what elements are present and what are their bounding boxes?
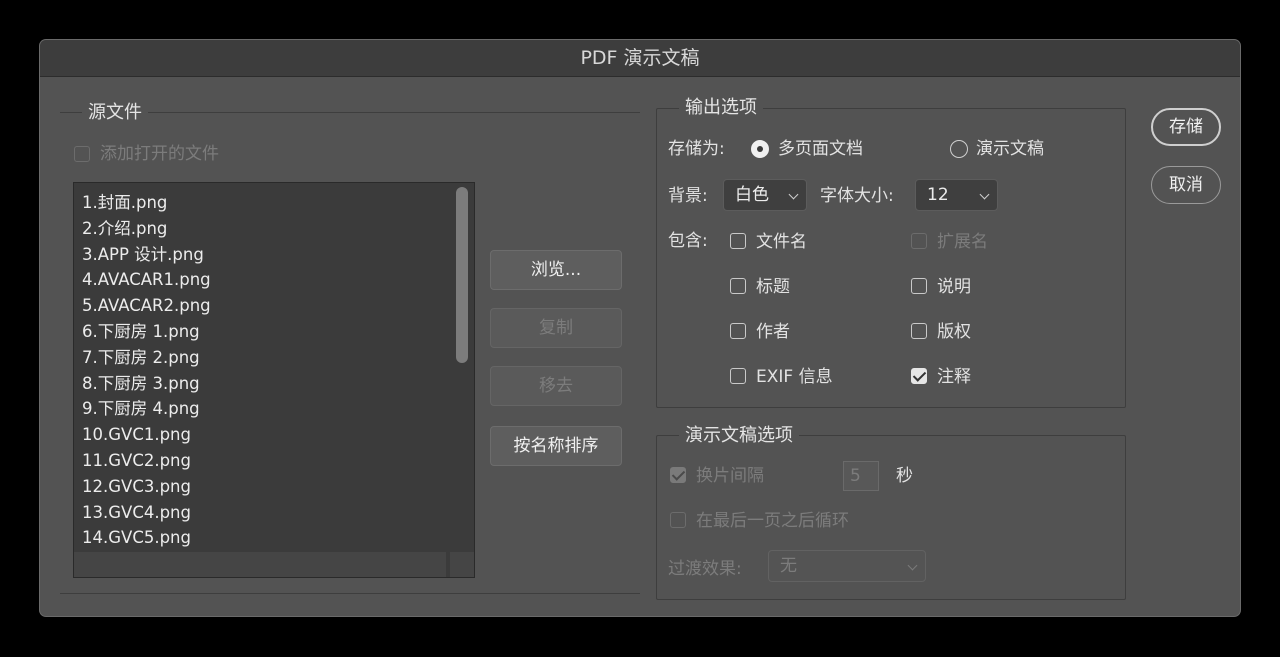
file-list-item[interactable]: 10.GVC1.png xyxy=(74,422,474,448)
include-label: 包含: xyxy=(668,231,708,251)
include-copyright-checkbox[interactable] xyxy=(911,323,927,339)
background-value: 白色 xyxy=(735,185,769,205)
source-file-list[interactable]: 1.封面.png 2.介绍.png 3.APP 设计.png 4.AVACAR1.pn… xyxy=(73,182,475,578)
include-title-checkbox[interactable] xyxy=(730,278,746,294)
transition-label: 过渡效果: xyxy=(668,559,742,579)
list-scrollbar-thumb[interactable] xyxy=(456,187,468,363)
include-description-label: 说明 xyxy=(937,277,971,297)
include-extension-label: 扩展名 xyxy=(937,232,988,252)
include-filename-label: 文件名 xyxy=(756,232,807,252)
background-label: 背景: xyxy=(668,186,708,206)
include-exif-checkbox[interactable] xyxy=(730,368,746,384)
loop-checkbox[interactable] xyxy=(670,512,686,528)
include-copyright-label: 版权 xyxy=(937,322,971,342)
presentation-options-title: 演示文稿选项 xyxy=(679,425,799,447)
chevron-down-icon xyxy=(907,560,918,571)
include-extension-checkbox[interactable] xyxy=(911,233,927,249)
file-list-item[interactable]: 8.下厨房 3.png xyxy=(74,371,474,397)
save-as-multipage-label: 多页面文档 xyxy=(778,139,863,159)
include-notes-label: 注释 xyxy=(937,367,971,387)
loop-label: 在最后一页之后循环 xyxy=(696,511,849,531)
file-list-item[interactable]: 12.GVC3.png xyxy=(74,474,474,500)
file-list-item[interactable]: 5.AVACAR2.png xyxy=(74,293,474,319)
file-list-item[interactable]: 2.介绍.png xyxy=(74,216,474,242)
output-options-group xyxy=(656,108,1126,408)
advance-seconds-input[interactable]: 5 xyxy=(843,461,879,491)
sort-by-name-button[interactable]: 按名称排序 xyxy=(490,426,622,466)
browse-button[interactable]: 浏览... xyxy=(490,250,622,290)
font-size-label: 字体大小: xyxy=(820,186,894,206)
file-list-item[interactable]: 14.GVC5.png xyxy=(74,525,474,551)
include-author-label: 作者 xyxy=(756,322,790,342)
advance-every-checkbox[interactable] xyxy=(670,467,686,483)
include-description-checkbox[interactable] xyxy=(911,278,927,294)
font-size-value: 12 xyxy=(927,185,949,205)
background-select[interactable]: 白色 xyxy=(723,179,807,211)
remove-button[interactable]: 移去 xyxy=(490,366,622,406)
list-horizontal-area xyxy=(74,552,446,577)
file-list-item[interactable]: 3.APP 设计.png xyxy=(74,242,474,268)
include-notes-checkbox[interactable] xyxy=(911,368,927,384)
advance-seconds-unit: 秒 xyxy=(896,466,913,486)
save-as-multipage-radio[interactable] xyxy=(751,140,769,158)
source-group-bottom-line xyxy=(60,593,640,594)
file-list-item[interactable]: 11.GVC2.png xyxy=(74,448,474,474)
list-corner xyxy=(449,552,474,577)
pdf-presentation-dialog: PDF 演示文稿 源文件 添加打开的文件 1.封面.png 2.介绍.png 3.A… xyxy=(40,40,1240,616)
advance-every-label: 换片间隔 xyxy=(696,466,764,486)
chevron-down-icon xyxy=(788,189,799,200)
file-list-item[interactable]: 1.封面.png xyxy=(74,190,474,216)
file-list-item[interactable]: 6.下厨房 1.png xyxy=(74,319,474,345)
file-list-item[interactable]: 13.GVC4.png xyxy=(74,500,474,526)
file-list-item[interactable]: 9.下厨房 4.png xyxy=(74,396,474,422)
save-as-presentation-label: 演示文稿 xyxy=(976,139,1044,159)
add-open-files-label: 添加打开的文件 xyxy=(100,144,219,164)
transition-value: 无 xyxy=(780,556,797,576)
file-list-items: 1.封面.png 2.介绍.png 3.APP 设计.png 4.AVACAR1.pn… xyxy=(74,183,474,551)
save-button[interactable]: 存储 xyxy=(1151,108,1221,146)
output-options-title: 输出选项 xyxy=(679,97,763,119)
save-as-presentation-radio[interactable] xyxy=(950,140,968,158)
file-list-item[interactable]: 4.AVACAR1.png xyxy=(74,267,474,293)
include-title-label: 标题 xyxy=(756,277,790,297)
duplicate-button[interactable]: 复制 xyxy=(490,308,622,348)
font-size-select[interactable]: 12 xyxy=(915,179,998,211)
add-open-files-checkbox[interactable] xyxy=(74,146,90,162)
include-exif-label: EXIF 信息 xyxy=(756,367,833,387)
transition-select[interactable]: 无 xyxy=(768,550,926,582)
chevron-down-icon xyxy=(979,189,990,200)
save-as-label: 存储为: xyxy=(668,139,725,159)
cancel-button[interactable]: 取消 xyxy=(1151,166,1221,204)
dialog-title: PDF 演示文稿 xyxy=(40,40,1240,77)
file-list-item[interactable]: 7.下厨房 2.png xyxy=(74,345,474,371)
include-filename-checkbox[interactable] xyxy=(730,233,746,249)
source-files-title: 源文件 xyxy=(82,102,148,124)
include-author-checkbox[interactable] xyxy=(730,323,746,339)
